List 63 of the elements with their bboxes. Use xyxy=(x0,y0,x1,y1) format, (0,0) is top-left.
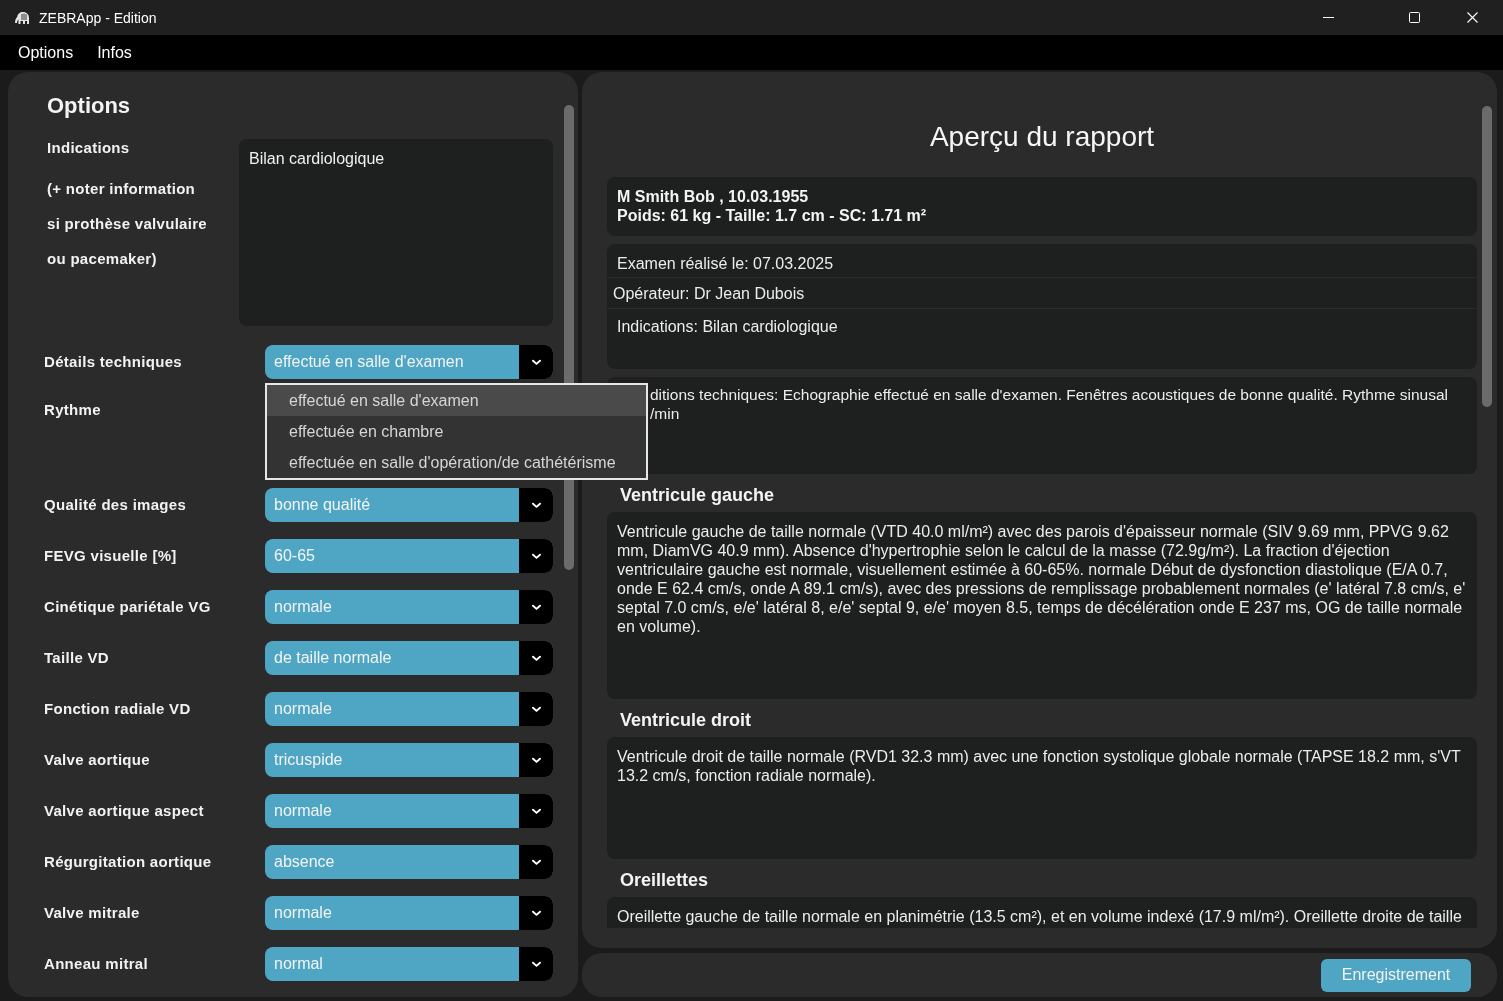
field-note: (+ noter information si prothèse valvulaire ou pacemaker) xyxy=(47,179,207,269)
panel-title: Options xyxy=(47,92,131,120)
report-text: Indications: Bilan cardiologique xyxy=(617,318,838,335)
field-label: Détails techniques xyxy=(44,353,182,371)
dropdown[interactable]: bonne qualité xyxy=(265,488,553,522)
save-button[interactable]: Enregistrement xyxy=(1321,958,1471,992)
section-heading: Ventricule gauche xyxy=(620,484,776,506)
chevron-down-icon xyxy=(530,756,542,764)
field-label: Valve aortique xyxy=(44,751,150,769)
field-label: Valve aortique aspect xyxy=(44,802,204,820)
field-label: Indications xyxy=(47,139,130,157)
chevron-down-icon xyxy=(530,603,542,611)
patient-info: M Smith Bob , 10.03.1955 xyxy=(617,187,810,206)
dropdown[interactable]: effectué en salle d'examen xyxy=(265,345,553,379)
chevron-down-icon xyxy=(530,960,542,968)
window-title: ZEBRApp - Edition xyxy=(39,9,157,26)
patient-info: Poids: 61 kg - Taille: 1.7 cm - SC: 1.71 m² xyxy=(617,206,928,225)
chevron-down-icon xyxy=(530,501,542,509)
report-title: Aperçu du rapport xyxy=(928,120,1156,154)
dropdown[interactable]: tricuspide xyxy=(265,743,553,777)
maximize-icon xyxy=(1408,12,1420,23)
dropdown[interactable]: normale xyxy=(265,794,553,828)
dropdown-option[interactable]: effectué en salle d'examen xyxy=(267,385,646,416)
chevron-down-icon xyxy=(530,705,542,713)
chevron-down-icon xyxy=(530,858,542,866)
menu-item[interactable]: Options xyxy=(6,39,86,66)
minimize-icon xyxy=(1322,17,1334,18)
chevron-down-icon xyxy=(530,807,542,815)
field-label: Régurgitation aortique xyxy=(44,853,212,871)
report-text: Ventricule droit de taille normale (RVD1 32.3 mm) avec une fonction systolique globale normale (TAPSE 18.2 mm, s'VT 13.2 cm/s, fonction radiale normale). xyxy=(617,747,1462,785)
section-heading: Ventricule droit xyxy=(620,709,753,731)
report-text: Examen réalisé le: 07.03.2025 xyxy=(617,255,834,272)
field-label: Qualité des images xyxy=(44,496,187,514)
dropdown-option[interactable]: effectuée en chambre xyxy=(267,416,646,447)
chevron-down-icon xyxy=(530,358,542,366)
field-label: Anneau mitral xyxy=(44,955,148,973)
indications-field[interactable]: Bilan cardiologique xyxy=(239,139,553,326)
dropdown[interactable]: absence xyxy=(265,845,553,879)
section-heading: Oreillettes xyxy=(620,869,710,891)
scrollbar-thumb[interactable] xyxy=(1482,106,1492,407)
dropdown[interactable]: de taille normale xyxy=(265,641,553,675)
menu-item[interactable]: Infos xyxy=(85,39,144,66)
dropdown[interactable]: normale xyxy=(265,896,553,930)
dropdown[interactable]: 60-65 xyxy=(265,539,553,573)
report-text: Opérateur: Dr Jean Dubois xyxy=(613,285,805,302)
report-text: Oreillette gauche de taille normale en planimétrie (13.5 cm²), et en volume indexé (17.9 ml/m²). Oreillette droite de taille xyxy=(617,907,1463,926)
dropdown[interactable]: normale xyxy=(265,692,553,726)
report-text: ditions techniques: Echographie effectué en salle d'examen. Fenêtres acoustiques de bonne qualité. Rythme sinusal /min xyxy=(650,385,1449,423)
field-label: Rythme xyxy=(44,401,101,419)
chevron-down-icon xyxy=(530,909,542,917)
elephant-icon xyxy=(14,10,30,25)
field-label: Valve mitrale xyxy=(44,904,140,922)
report-text: Ventricule gauche de taille normale (VTD 40.0 ml/m²) avec des parois d'épaisseur normale (SIV 9.69 mm, PPVG 9.62 mm, DiamVG 40.9 mm). Absence d'hypertrophie selon le calcul de la masse (72.9g/m²). La fraction d'éjection ventriculaire gauche est normale, visuellement estimée à 60-65%. normale Début de dysfonction diastolique (E/A 0.7, onde E 62.4 cm/s, onde A 89.1 cm/s), avec des pressions de remplissage probablement normales (e' latéral 7.8 cm/s, e' septal 7.0 cm/s, e/e' latéral 8, e/e' septal 9, e/e' moyen 8.5, temps de décélération onde E 237 ms, OG de taille normale en volume). xyxy=(617,522,1467,636)
field-label: Cinétique pariétale VG xyxy=(44,598,211,616)
chevron-down-icon xyxy=(530,552,542,560)
field-label: FEVG visuelle [%] xyxy=(44,547,177,565)
dropdown[interactable]: normal xyxy=(265,947,553,981)
field-label: Taille VD xyxy=(44,649,109,667)
field-label: Fonction radiale VD xyxy=(44,700,191,718)
close-icon xyxy=(1466,12,1478,23)
chevron-down-icon xyxy=(530,654,542,662)
dropdown-option[interactable]: effectuée en salle d'opération/de cathétérisme xyxy=(267,447,646,478)
dropdown[interactable]: normale xyxy=(265,590,553,624)
